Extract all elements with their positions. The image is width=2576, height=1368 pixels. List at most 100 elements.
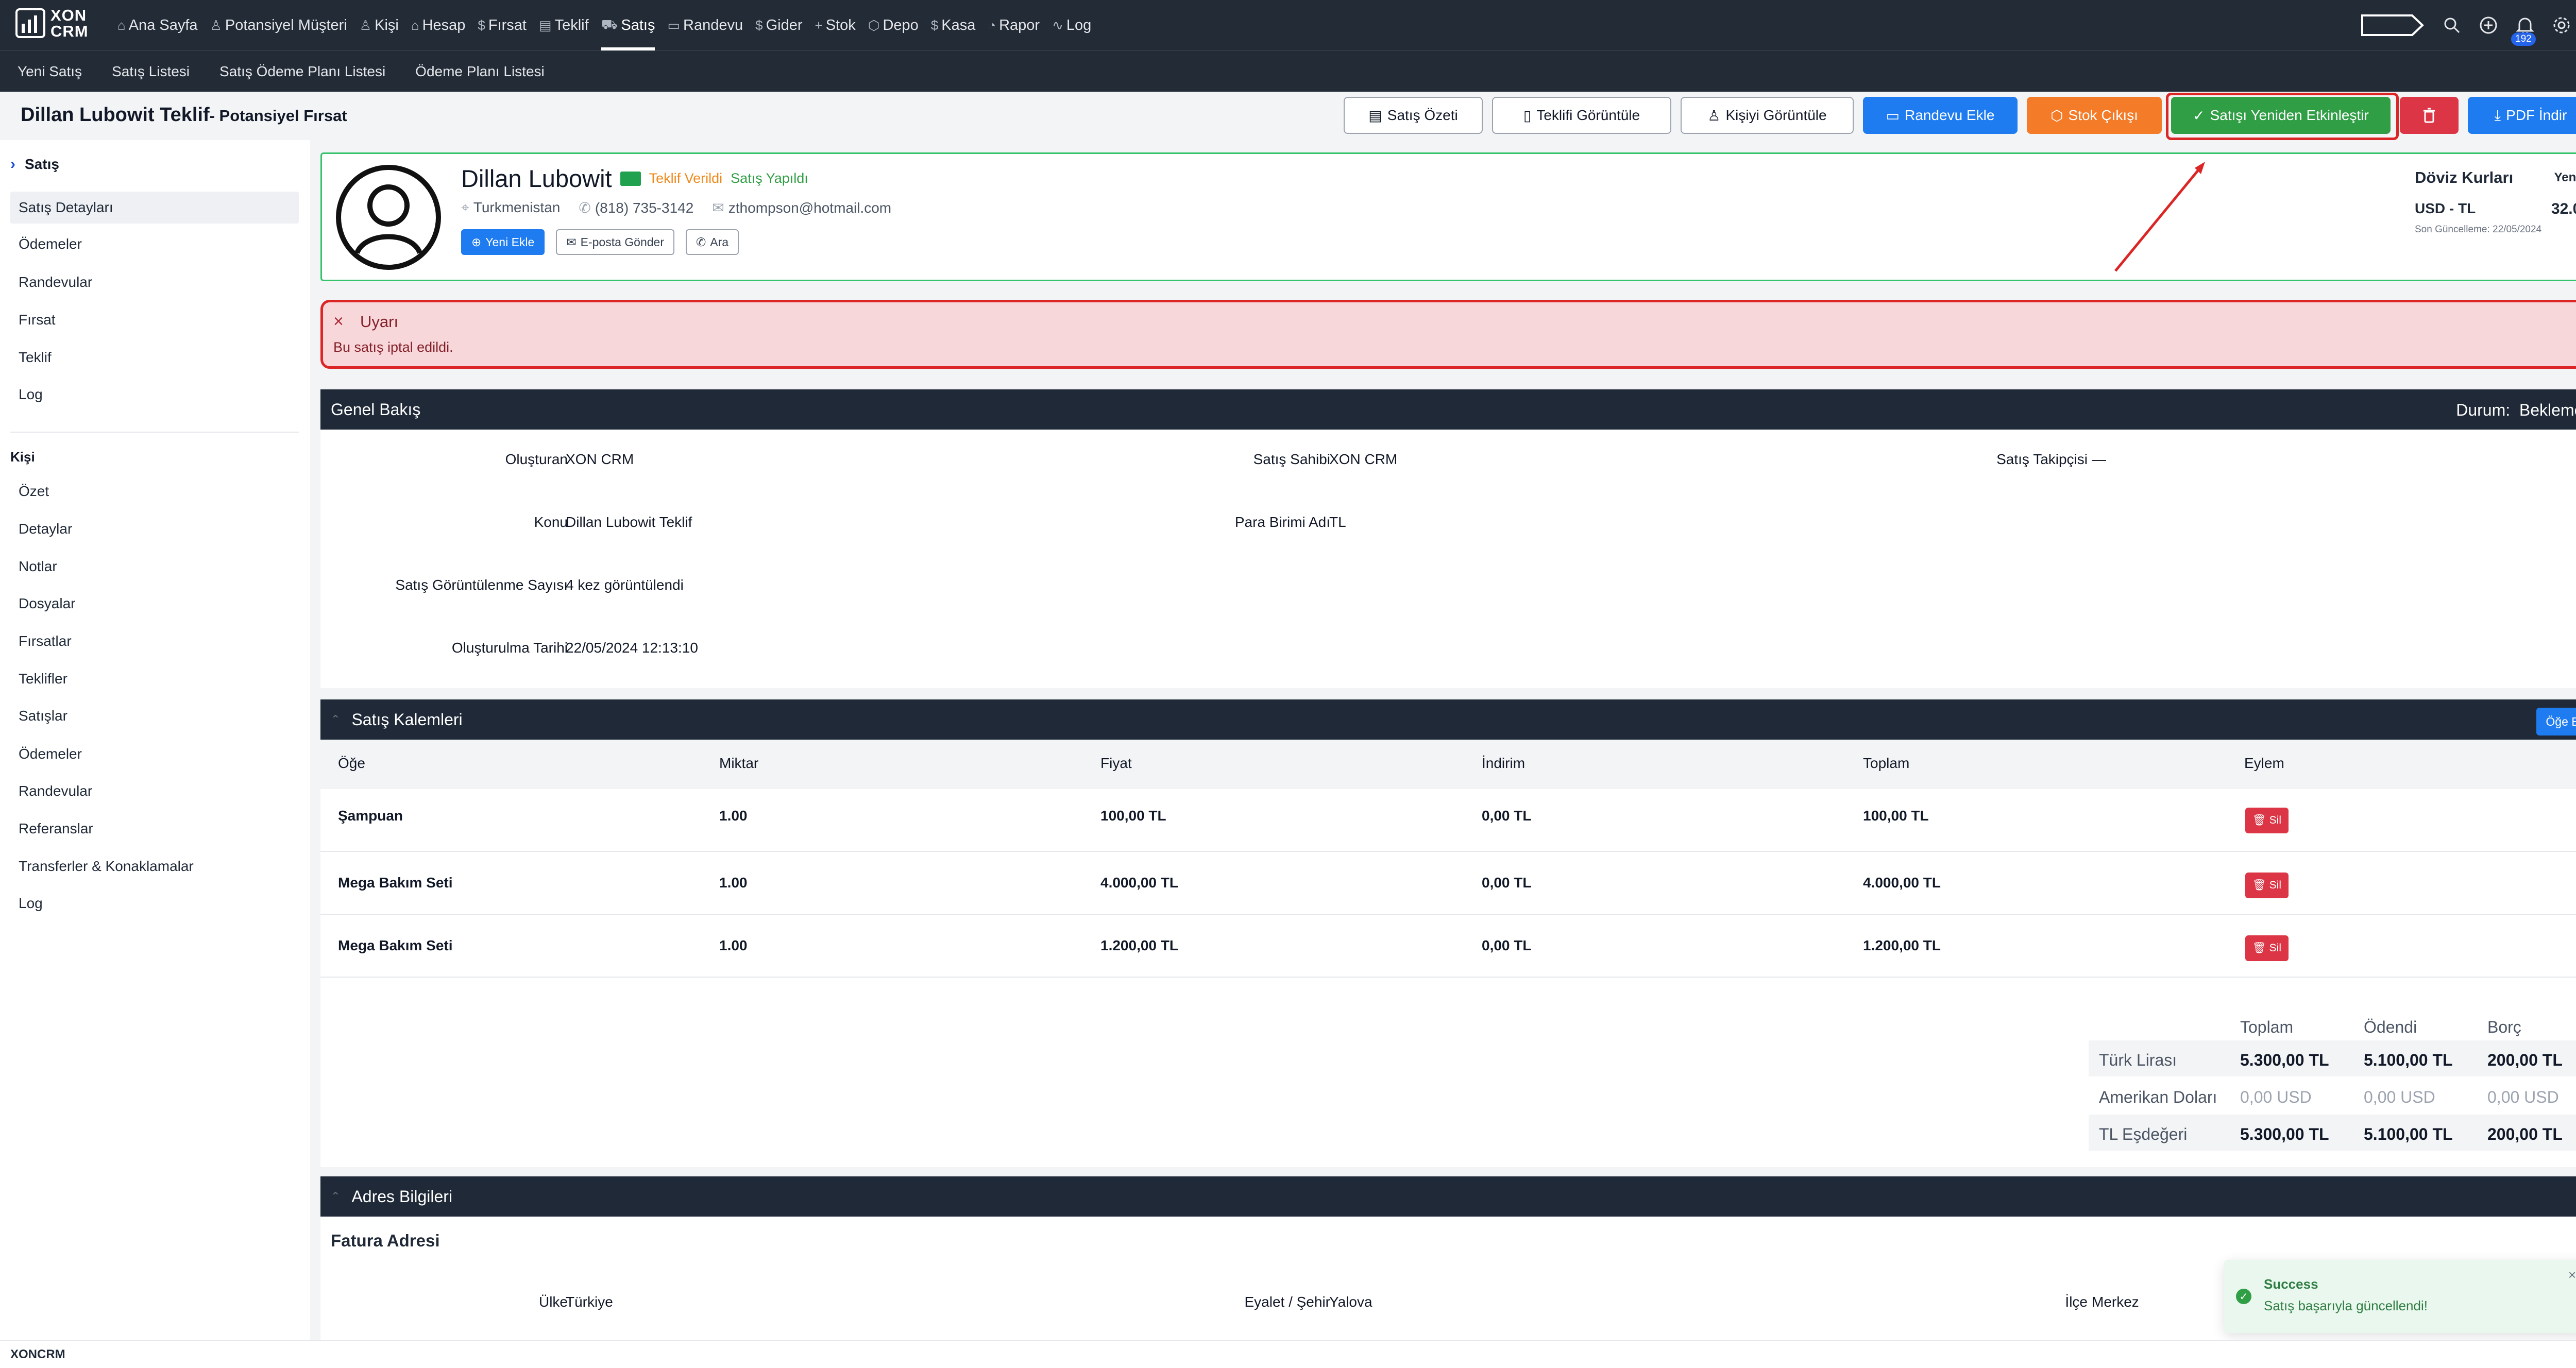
view-person-button[interactable]: ♙ Kişiyi Görüntüle — [1681, 97, 1854, 134]
nav-depo[interactable]: ⬡ Depo — [864, 0, 923, 50]
nav-label: Teklif — [554, 16, 589, 33]
summary-row: Türk Lirası 5.300,00 TL 5.100,00 TL 200,… — [2089, 1040, 2576, 1078]
sidebar-item-notlar[interactable]: Notlar — [19, 558, 57, 575]
subnav-yeni-satis[interactable]: Yeni Satış — [18, 63, 82, 80]
subnav-satis-listesi[interactable]: Satış Listesi — [112, 63, 190, 80]
main-menu: ⌂ Ana Sayfa ♙ Potansiyel Müşteri ♙ Kişi ⌂ He… — [113, 0, 1095, 50]
pdf-download-button[interactable]: ⤓ PDF İndir — [2468, 97, 2576, 134]
subnav-satis-odeme-plani[interactable]: Satış Ödeme Planı Listesi — [219, 63, 385, 80]
sidebar-item-log[interactable]: Log — [19, 386, 43, 403]
send-email-button[interactable]: ✉ E-posta Gönder — [556, 229, 674, 255]
footer-label: XONCRM — [10, 1347, 65, 1361]
nav-firsat[interactable]: $ Fırsat — [473, 0, 531, 50]
sales-summary-button[interactable]: ▤ Satış Özeti — [1344, 97, 1483, 134]
sidebar-item-detaylar[interactable]: Detaylar — [19, 521, 72, 537]
subnav-odeme-plani-listesi[interactable]: Ödeme Planı Listesi — [415, 63, 545, 80]
add-item-button[interactable]: Öğe Ekle — [2536, 708, 2576, 736]
close-icon[interactable]: × — [2568, 1267, 2576, 1283]
sidebar-item-transferler[interactable]: Transferler & Konaklamalar — [19, 858, 194, 875]
nav-rapor[interactable]: ◔ Rapor — [984, 0, 1044, 50]
tag-shape-icon[interactable] — [2361, 13, 2425, 38]
red-arrow-annotation — [2114, 162, 2205, 272]
status-offer-given: Teklif Verildi — [649, 170, 723, 186]
nav-satis[interactable]: ⛟ Satış — [597, 0, 659, 50]
contact-email[interactable]: ✉ zthompson@hotmail.com — [712, 199, 891, 216]
view-offer-button[interactable]: ▯ Teklifi Görüntüle — [1492, 97, 1671, 134]
cell-price: 1.200,00 TL — [1100, 937, 1178, 953]
nav-potansiyel-musteri[interactable]: ♙ Potansiyel Müşteri — [206, 0, 351, 50]
nav-label: Depo — [883, 16, 919, 33]
refresh-rates-link[interactable]: Yenile — [2554, 170, 2576, 185]
contact-phone[interactable]: ✆ (818) 735-3142 — [579, 199, 693, 216]
box-icon: ⬡ — [868, 17, 880, 33]
notifications[interactable]: 192 — [2511, 16, 2536, 46]
summary-label: Türk Lirası — [2099, 1051, 2177, 1069]
nav-ana-sayfa[interactable]: ⌂ Ana Sayfa — [113, 0, 202, 50]
nav-stok[interactable]: + Stok — [811, 0, 860, 50]
chevron-up-icon[interactable]: ⌃ — [331, 1190, 340, 1203]
sidebar-item-odemeler[interactable]: Ödemeler — [19, 236, 82, 252]
nav-kasa[interactable]: $ Kasa — [927, 0, 980, 50]
sidebar-item-dosyalar[interactable]: Dosyalar — [19, 595, 75, 612]
delete-row-button[interactable]: 🗑 Sil — [2245, 808, 2289, 833]
dollar-icon: $ — [930, 17, 939, 33]
sidebar-item-teklif[interactable]: Teklif — [19, 349, 52, 366]
column-header: Miktar — [719, 755, 759, 771]
add-appointment-button[interactable]: ▭ Randevu Ekle — [1863, 97, 2018, 134]
created-by-value: XON CRM — [566, 451, 634, 467]
nav-teklif[interactable]: ▤ Teklif — [535, 0, 593, 50]
sidebar-item-ozet[interactable]: Özet — [19, 483, 49, 500]
column-header: İndirim — [1482, 755, 1526, 771]
avatar-icon — [336, 165, 441, 270]
nav-hesap[interactable]: ⌂ Hesap — [407, 0, 470, 50]
button-label: Ara — [710, 235, 729, 249]
nav-kisi[interactable]: ♙ Kişi — [355, 0, 403, 50]
column-header: Fiyat — [1100, 755, 1132, 771]
summary-debt: 0,00 USD — [2487, 1088, 2559, 1106]
button-label: Yeni Ekle — [485, 235, 535, 249]
search-icon[interactable] — [2443, 16, 2461, 34]
sidebar-item-teklifler[interactable]: Teklifler — [19, 671, 67, 687]
sidebar-item-referanslar[interactable]: Referanslar — [19, 820, 93, 837]
sidebar-item-firsat[interactable]: Fırsat — [19, 312, 56, 328]
trash-icon: 🗑 — [2252, 879, 2266, 891]
contact-name-row: Dillan Lubowit Teklif Verildi Satış Yapı… — [461, 164, 808, 193]
stock-out-button[interactable]: ⬡ Stok Çıkışı — [2027, 97, 2162, 134]
cell-item: Mega Bakım Seti — [338, 937, 453, 953]
brand-logo[interactable]: XON CRM — [15, 7, 89, 39]
sidebar-item-randevular-kisi[interactable]: Randevular — [19, 783, 92, 799]
nav-gider[interactable]: $ Gider — [751, 0, 806, 50]
cell-item: Şampuan — [338, 808, 403, 824]
sidebar-section-label: Satış — [25, 156, 59, 172]
sale-items-header: ⌃ Satış Kalemleri — [320, 699, 2576, 740]
add-new-button[interactable]: ⊕ Yeni Ekle — [461, 229, 545, 255]
delete-button[interactable] — [2400, 97, 2459, 134]
cell-qty: 1.00 — [719, 937, 748, 953]
sidebar-item-odemeler-kisi[interactable]: Ödemeler — [19, 746, 82, 762]
chevron-up-icon[interactable]: ⌃ — [331, 713, 340, 726]
gear-icon[interactable] — [2552, 16, 2571, 35]
nav-label: Ana Sayfa — [128, 16, 198, 33]
cart-icon: ⛟ — [601, 16, 618, 32]
exchange-rate-value: 32.08 — [2551, 200, 2576, 217]
sidebar-item-randevular[interactable]: Randevular — [19, 274, 92, 290]
nav-log[interactable]: ∿ Log — [1048, 0, 1095, 50]
cell-discount: 0,00 TL — [1482, 808, 1532, 824]
home-icon: ⌂ — [411, 17, 419, 33]
sidebar-item-log-kisi[interactable]: Log — [19, 895, 43, 912]
sidebar-section-satis[interactable]: › Satış — [10, 156, 59, 173]
sidebar-item-satis-detaylari[interactable]: Satış Detayları — [10, 192, 299, 224]
box-icon: ⬡ — [2050, 107, 2063, 124]
add-circle-icon[interactable] — [2479, 16, 2498, 35]
delete-row-button[interactable]: 🗑 Sil — [2245, 935, 2289, 961]
call-button[interactable]: ✆ Ara — [686, 229, 739, 255]
close-icon[interactable]: × — [333, 312, 344, 332]
delete-row-button[interactable]: 🗑 Sil — [2245, 873, 2289, 898]
follower-label: Satış Takipçisi — [1996, 451, 2088, 467]
sidebar-item-satislar[interactable]: Satışlar — [19, 708, 67, 724]
location-pin-icon: ⌖ — [461, 199, 469, 215]
country-value: Türkiye — [566, 1294, 613, 1310]
sidebar-item-firsatlar[interactable]: Fırsatlar — [19, 633, 72, 649]
nav-label: Log — [1066, 16, 1092, 33]
nav-randevu[interactable]: ▭ Randevu — [663, 0, 747, 50]
